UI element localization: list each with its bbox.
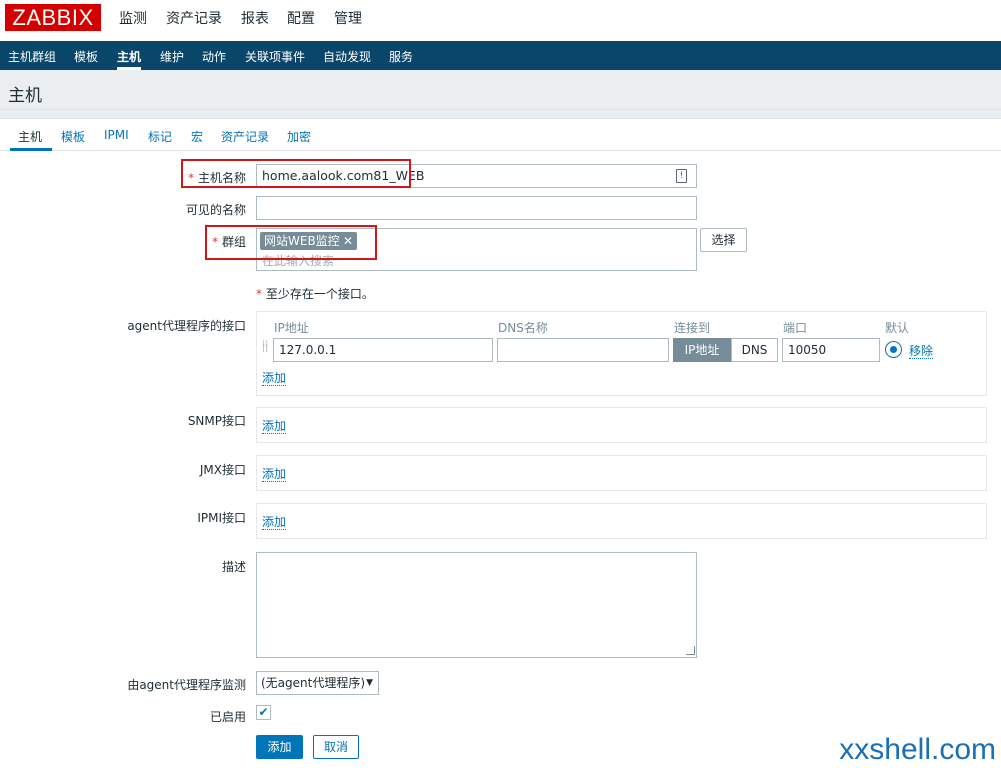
col-port-header: 端口 — [783, 321, 808, 335]
subnav-discovery[interactable]: 自动发现 — [323, 48, 371, 65]
subnav-services[interactable]: 服务 — [389, 48, 413, 65]
topnav-reports[interactable]: 报表 — [241, 8, 269, 28]
watermark-text: xxshell.com — [839, 733, 996, 766]
tab-inventory[interactable]: 资产记录 — [221, 128, 269, 145]
interface-requirement-note: * 至少存在一个接口。 — [256, 287, 374, 301]
col-default-header: 默认 — [885, 321, 910, 335]
add-jmx-interface-link[interactable]: 添加 — [262, 467, 287, 482]
resize-handle-icon[interactable] — [686, 646, 695, 655]
remove-interface-link[interactable]: 移除 — [909, 344, 934, 359]
add-ipmi-interface-link[interactable]: 添加 — [262, 515, 287, 530]
tab-templates[interactable]: 模板 — [61, 128, 85, 145]
monitored-by-label: 由agent代理程序监测 — [127, 678, 246, 692]
tab-encryption[interactable]: 加密 — [287, 128, 311, 145]
dns-input[interactable] — [497, 338, 669, 362]
subnav-correlation[interactable]: 关联项事件 — [245, 48, 305, 65]
enabled-checkbox[interactable]: ✔ — [256, 705, 271, 720]
col-ip-header: IP地址 — [274, 321, 309, 335]
visible-name-input[interactable] — [256, 196, 697, 220]
subnav-actions[interactable]: 动作 — [202, 48, 226, 65]
topnav-administration[interactable]: 管理 — [334, 8, 362, 28]
connect-dns-toggle[interactable]: DNS — [731, 338, 778, 362]
port-input[interactable]: 10050 — [782, 338, 880, 362]
title-bar: 主机 — [0, 70, 1001, 110]
tab-divider — [0, 150, 1001, 151]
top-header: ZABBIX 监测 资产记录 报表 配置 管理 — [0, 0, 1001, 41]
ipmi-interface-label: IPMI接口 — [197, 511, 246, 525]
enabled-label: 已启用 — [209, 710, 246, 724]
cancel-button[interactable]: 取消 — [313, 735, 359, 759]
tab-tags[interactable]: 标记 — [148, 128, 172, 145]
col-dns-header: DNS名称 — [498, 321, 548, 335]
annotation-highlight-hostname — [181, 159, 411, 188]
checkmark-icon: ✔ — [258, 705, 269, 719]
default-radio[interactable] — [885, 341, 902, 358]
required-asterisk: * — [256, 287, 262, 301]
description-textarea[interactable] — [256, 552, 697, 658]
visible-name-label: 可见的名称 — [185, 203, 246, 217]
active-tab-indicator — [10, 148, 52, 151]
snmp-interface-label: SNMP接口 — [187, 414, 246, 428]
connect-ip-toggle[interactable]: IP地址 — [673, 338, 731, 362]
dropdown-arrow-icon: ▼ — [366, 678, 373, 688]
topnav-configuration[interactable]: 配置 — [287, 8, 315, 28]
subnav-hosts[interactable]: 主机 — [117, 48, 141, 65]
host-form-panel: 主机 模板 IPMI 标记 宏 资产记录 加密 * 主机名称 home.aalo… — [0, 118, 1001, 768]
sub-navigation: 主机群组 模板 主机 维护 动作 关联项事件 自动发现 服务 — [0, 41, 1001, 70]
add-button[interactable]: 添加 — [256, 735, 303, 759]
ipmi-interface-box: 添加 — [256, 503, 987, 539]
drag-handle-icon[interactable]: ⁞⁞ ⁞⁞ — [262, 340, 268, 355]
ip-input[interactable]: 127.0.0.1 — [273, 338, 493, 362]
agent-interface-box: IP地址 DNS名称 连接到 端口 默认 ⁞⁞ ⁞⁞ 127.0.0.1 IP地址… — [256, 311, 987, 396]
col-connect-header: 连接到 — [674, 321, 711, 335]
field-info-icon[interactable]: ! — [676, 169, 687, 183]
jmx-interface-box: 添加 — [256, 455, 987, 491]
topnav-inventory[interactable]: 资产记录 — [166, 8, 222, 28]
tab-host[interactable]: 主机 — [18, 128, 42, 145]
annotation-highlight-groups — [205, 225, 377, 260]
agent-interface-label: agent代理程序的接口 — [127, 319, 246, 333]
topnav-monitoring[interactable]: 监测 — [119, 8, 147, 28]
subnav-templates[interactable]: 模板 — [74, 48, 98, 65]
page-title: 主机 — [8, 86, 42, 106]
zabbix-logo[interactable]: ZABBIX — [5, 4, 101, 31]
subnav-host-groups[interactable]: 主机群组 — [8, 48, 56, 65]
jmx-interface-label: JMX接口 — [199, 463, 246, 477]
subnav-maintenance[interactable]: 维护 — [160, 48, 184, 65]
monitored-by-select[interactable]: (无agent代理程序) ▼ — [256, 671, 379, 695]
description-label: 描述 — [221, 560, 246, 574]
tab-ipmi[interactable]: IPMI — [104, 128, 129, 142]
add-agent-interface-link[interactable]: 添加 — [262, 371, 287, 386]
select-groups-button[interactable]: 选择 — [700, 228, 747, 252]
tab-macros[interactable]: 宏 — [191, 128, 203, 145]
snmp-interface-box: 添加 — [256, 407, 987, 443]
add-snmp-interface-link[interactable]: 添加 — [262, 419, 287, 434]
